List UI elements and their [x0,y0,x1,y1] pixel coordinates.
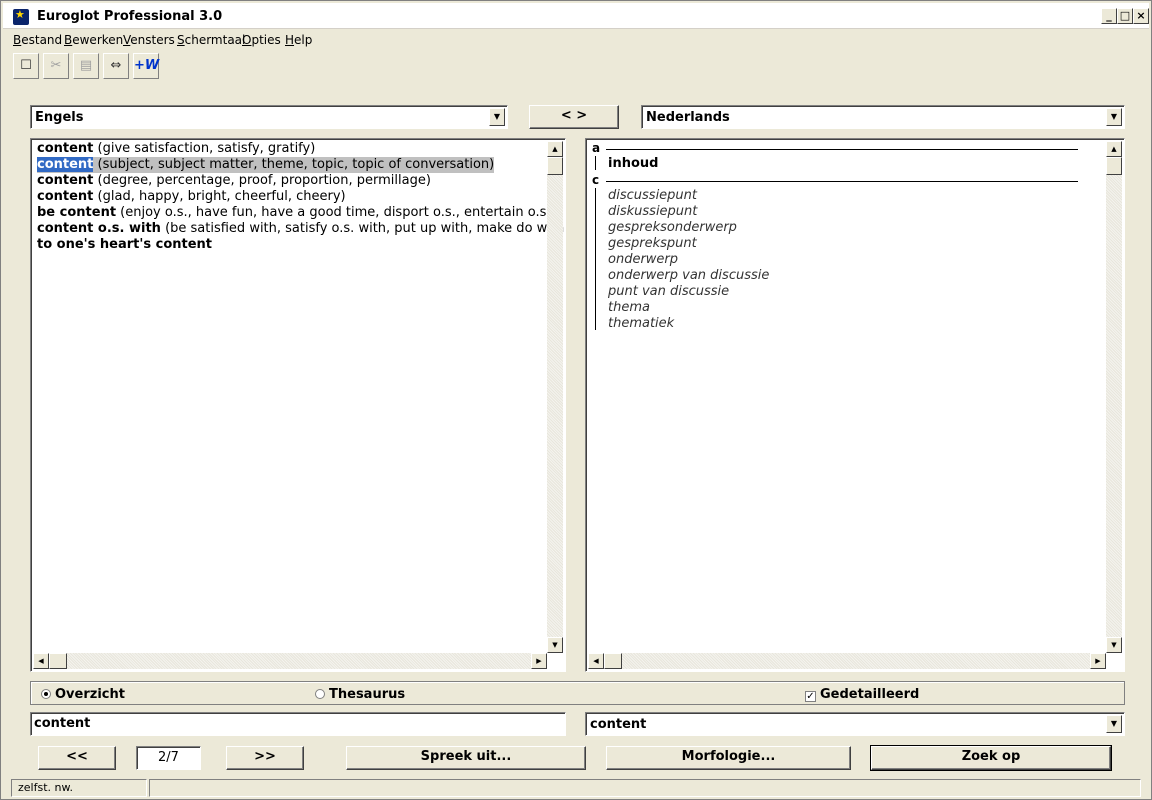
list-item[interactable]: content (degree, percentage, proof, prop… [37,173,431,189]
checkbox-checked-icon[interactable]: ✓ [805,691,816,702]
translation-item[interactable]: thema [608,300,650,315]
close-button[interactable]: × [1133,8,1149,24]
chevron-down-icon[interactable]: ▼ [1106,108,1122,126]
translation-item[interactable]: thematiek [608,316,674,331]
menu-bar: Bestand Bewerken Vensters Schermtaal Opt… [3,31,1149,51]
morphology-button[interactable]: Morfologie... [606,746,851,770]
menu-bestand[interactable]: Bestand [13,33,62,47]
toolbar: ☐ ✂ ▤ ⇔ +W [3,51,1149,79]
swap-panes-icon[interactable]: ⇔ [103,53,129,79]
scroll-right-icon[interactable]: ▶ [531,653,547,669]
translation-item[interactable]: gespreksonderwerp [608,220,737,235]
section-label-c: c [592,173,600,187]
scroll-down-icon[interactable]: ▼ [1106,637,1122,653]
results-list[interactable]: content (give satisfaction, satisfy, gra… [30,138,566,672]
horizontal-scrollbar[interactable]: ◀ ▶ [588,653,1106,669]
translation-item[interactable]: punt van discussie [608,284,729,299]
maximize-button[interactable]: □ [1117,8,1133,24]
scroll-right-icon[interactable]: ▶ [1090,653,1106,669]
vertical-scrollbar[interactable]: ▲ ▼ [547,141,563,653]
chevron-down-icon[interactable]: ▼ [1106,715,1122,733]
translation-item[interactable]: onderwerp [608,252,678,267]
list-item[interactable]: to one's heart's content [37,237,212,253]
menu-help[interactable]: Help [285,33,312,47]
scroll-thumb[interactable] [49,653,67,669]
scroll-down-icon[interactable]: ▼ [547,637,563,653]
scroll-left-icon[interactable]: ◀ [33,653,49,669]
status-bar: zelfst. nw. [3,778,1149,798]
scroll-left-icon[interactable]: ◀ [588,653,604,669]
app-icon [13,8,29,25]
radio-icon[interactable] [315,689,325,699]
target-word-select[interactable]: content ▼ [585,712,1125,736]
menu-opties[interactable]: Opties [242,33,281,47]
thesaurus-option[interactable]: Thesaurus [315,687,405,702]
search-input-value: content [34,716,91,731]
word-export-button[interactable]: +W [133,53,159,79]
main-window: Euroglot Professional 3.0 _ □ × Bestand … [0,0,1152,800]
window-title: Euroglot Professional 3.0 [37,9,223,24]
overzicht-option[interactable]: Overzicht [41,687,125,702]
part-of-speech-status: zelfst. nw. [11,779,147,797]
list-item[interactable]: be content (enjoy o.s., have fun, have a… [37,205,556,221]
prev-page-button[interactable]: << [38,746,116,770]
cut-icon[interactable]: ✂ [43,53,69,79]
list-item[interactable]: content (give satisfaction, satisfy, gra… [37,141,315,157]
view-options: Overzicht Thesaurus ✓ Gedetailleerd [30,681,1125,705]
vertical-scrollbar[interactable]: ▲ ▼ [1106,141,1122,653]
search-input[interactable]: content [30,712,566,736]
scroll-thumb[interactable] [547,157,563,175]
section-bar [595,156,596,170]
target-language-select[interactable]: Nederlands ▼ [641,105,1125,129]
chevron-down-icon[interactable]: ▼ [489,108,505,126]
title-bar: Euroglot Professional 3.0 _ □ × [3,3,1149,29]
menu-bewerken[interactable]: Bewerken [64,33,123,47]
section-label-a: a [592,141,601,155]
status-empty [149,779,1141,797]
scroll-up-icon[interactable]: ▲ [547,141,563,157]
new-icon[interactable]: ☐ [13,53,39,79]
translation-item[interactable]: discussiepunt [608,188,697,203]
translation-main[interactable]: inhoud [608,156,658,171]
source-language-value: Engels [35,110,84,125]
menu-schermtaal[interactable]: Schermtaal [177,33,245,47]
target-word-value: content [590,717,647,732]
translation-item[interactable]: gesprekspunt [608,236,697,251]
gedetailleerd-option[interactable]: ✓ Gedetailleerd [805,687,919,702]
list-item[interactable]: content (glad, happy, bright, cheerful, … [37,189,346,205]
list-item[interactable]: content o.s. with (be satisfied with, sa… [37,221,565,237]
speak-button[interactable]: Spreek uit... [346,746,586,770]
section-divider [606,181,1078,182]
swap-languages-button[interactable]: < > [529,105,619,129]
translation-panel[interactable]: a inhoud c discussiepunt diskussiepunt g… [585,138,1125,672]
scroll-thumb[interactable] [604,653,622,669]
menu-vensters[interactable]: Vensters [123,33,175,47]
scroll-up-icon[interactable]: ▲ [1106,141,1122,157]
minimize-button[interactable]: _ [1101,8,1117,24]
page-indicator: 2/7 [136,746,201,770]
source-language-select[interactable]: Engels ▼ [30,105,508,129]
radio-selected-icon[interactable] [41,689,51,699]
translation-item[interactable]: onderwerp van discussie [608,268,769,283]
translation-item[interactable]: diskussiepunt [608,204,697,219]
scroll-thumb[interactable] [1106,157,1122,175]
target-language-value: Nederlands [646,110,730,125]
next-page-button[interactable]: >> [226,746,304,770]
section-divider [606,149,1078,150]
list-item-selected[interactable]: content (subject, subject matter, theme,… [37,157,495,173]
page-number: 2/7 [158,750,179,765]
paste-icon[interactable]: ▤ [73,53,99,79]
section-bar [595,188,596,330]
search-button[interactable]: Zoek op [870,745,1112,771]
horizontal-scrollbar[interactable]: ◀ ▶ [33,653,547,669]
